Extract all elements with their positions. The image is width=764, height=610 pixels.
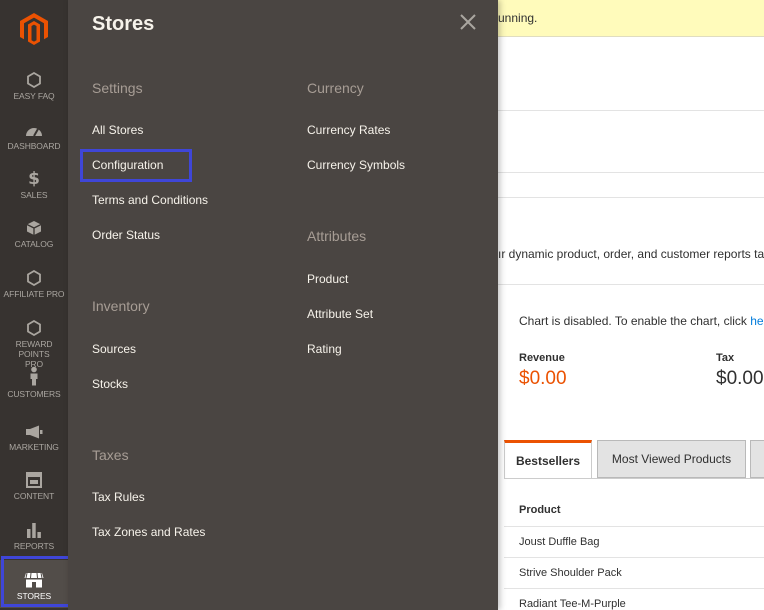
enable-chart-link[interactable]: here (750, 314, 764, 328)
stores-flyout-menu: Stores Settings All Stores Configuration… (68, 0, 498, 610)
sidebar-item-label: STORES (16, 591, 52, 601)
sidebar-item-label: EASY FAQ (13, 91, 55, 101)
sidebar-item-label: MARKETING (9, 442, 59, 452)
dashboard-page: unning. ır dynamic product, order, and c… (498, 0, 764, 610)
close-icon[interactable] (459, 13, 477, 31)
table-header-product: Product (519, 504, 561, 516)
sidebar-item-label: REPORTS (13, 541, 55, 551)
product-name: Joust Duffle Bag (519, 536, 600, 548)
box-icon (26, 214, 42, 236)
sidebar-item-dashboard[interactable]: DASHBOARD (0, 116, 68, 151)
menu-link-currency-rates[interactable]: Currency Rates (307, 123, 390, 137)
chart-disabled-message: Chart is disabled. To enable the chart, … (519, 314, 764, 328)
bar-chart-icon (26, 516, 42, 538)
menu-link-rating[interactable]: Rating (307, 342, 342, 356)
layout-icon (26, 466, 42, 488)
menu-link-tax-rules[interactable]: Tax Rules (92, 490, 145, 504)
product-name: Radiant Tee-M-Purple (519, 598, 626, 610)
menu-link-tax-zones-and-rates[interactable]: Tax Zones and Rates (92, 525, 205, 539)
section-title-taxes: Taxes (92, 447, 129, 463)
notice-text: unning. (498, 11, 538, 25)
menu-link-sources[interactable]: Sources (92, 342, 136, 356)
tax-label: Tax (716, 352, 735, 364)
section-title-settings: Settings (92, 80, 143, 96)
table-row[interactable]: Strive Shoulder Pack (504, 557, 764, 588)
sidebar-item-label: SALES (20, 190, 48, 200)
sidebar-item-marketing[interactable]: MARKETING (0, 417, 68, 452)
section-title-currency: Currency (307, 80, 364, 96)
magento-logo-icon[interactable] (0, 0, 68, 58)
hexagon-icon (27, 314, 41, 336)
product-name: Strive Shoulder Pack (519, 567, 622, 579)
sidebar-item-sales[interactable]: $ SALES (0, 165, 68, 200)
speedometer-icon (25, 116, 43, 138)
sidebar-item-label: CATALOG (14, 239, 54, 249)
divider (498, 172, 764, 173)
menu-link-all-stores[interactable]: All Stores (92, 123, 143, 137)
sidebar-item-label: DASHBOARD (7, 141, 61, 151)
tabs-divider (504, 478, 764, 479)
divider (498, 284, 764, 285)
person-icon (28, 364, 40, 386)
section-title-attributes: Attributes (307, 228, 367, 244)
sidebar-item-content[interactable]: CONTENT (0, 466, 68, 501)
chart-message-text: Chart is disabled. To enable the chart, … (519, 314, 751, 328)
menu-link-order-status[interactable]: Order Status (92, 228, 160, 242)
section-title-inventory: Inventory (92, 298, 150, 314)
sidebar-item-catalog[interactable]: CATALOG (0, 214, 68, 249)
sidebar-item-stores[interactable]: STORES (0, 560, 68, 608)
menu-link-configuration[interactable]: Configuration (92, 158, 163, 172)
sidebar-item-reports[interactable]: REPORTS (0, 516, 68, 551)
megaphone-icon (25, 417, 43, 439)
table-row[interactable]: Joust Duffle Bag (504, 526, 764, 557)
sidebar-item-label: AFFILIATE PRO (3, 289, 65, 299)
hexagon-icon (27, 264, 41, 286)
reports-info-text: ır dynamic product, order, and customer … (498, 247, 764, 261)
revenue-value: $0.00 (519, 368, 567, 389)
tax-value: $0.00 (716, 368, 764, 389)
menu-link-stocks[interactable]: Stocks (92, 377, 128, 391)
system-notice: unning. (498, 0, 764, 37)
menu-link-terms-and-conditions[interactable]: Terms and Conditions (92, 193, 208, 207)
sidebar-item-reward-points-pro[interactable]: REWARD POINTS PRO (0, 314, 68, 369)
revenue-label: Revenue (519, 352, 565, 364)
tab-bestsellers[interactable]: Bestsellers (504, 440, 592, 478)
divider (498, 197, 764, 198)
menu-link-attribute-set[interactable]: Attribute Set (307, 307, 373, 321)
sidebar-item-customers[interactable]: CUSTOMERS (0, 364, 68, 399)
sidebar-item-label: CUSTOMERS (7, 389, 61, 399)
sidebar-item-label: CONTENT (13, 491, 55, 501)
admin-sidebar: EASY FAQ DASHBOARD $ SALES CATALOG AFFIL… (0, 0, 68, 610)
tab-more[interactable] (750, 440, 764, 478)
flyout-title: Stores (92, 13, 155, 35)
menu-link-currency-symbols[interactable]: Currency Symbols (307, 158, 405, 172)
sidebar-item-easy-faq[interactable]: EASY FAQ (0, 66, 68, 101)
dollar-icon: $ (27, 165, 41, 187)
table-row[interactable]: Radiant Tee-M-Purple (504, 588, 764, 610)
svg-text:$: $ (28, 169, 40, 187)
storefront-icon (24, 566, 44, 588)
hexagon-icon (27, 66, 41, 88)
divider (498, 110, 764, 111)
sidebar-item-affiliate-pro[interactable]: AFFILIATE PRO (0, 264, 68, 299)
menu-link-product[interactable]: Product (307, 272, 348, 286)
tab-most-viewed-products[interactable]: Most Viewed Products (597, 440, 746, 478)
